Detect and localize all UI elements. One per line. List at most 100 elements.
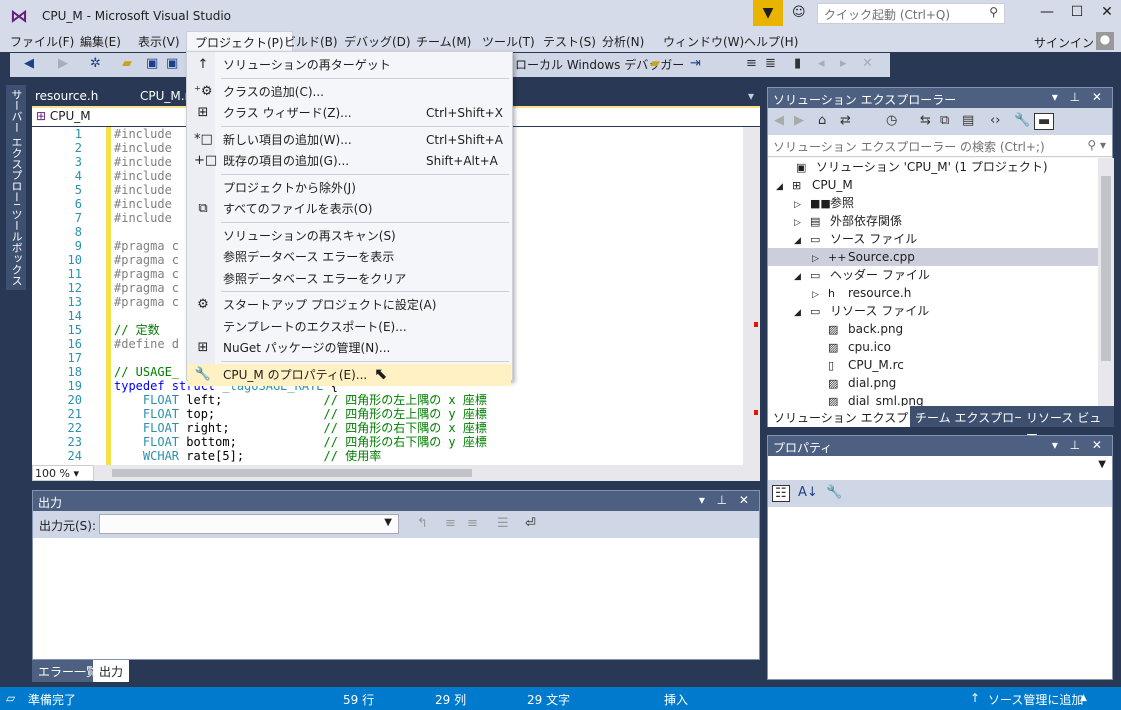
avatar[interactable]: ● [1096, 32, 1114, 50]
tree-item[interactable]: ▨ dial.png [812, 374, 896, 392]
tree-item[interactable]: ▣ ソリューション 'CPU_M' (1 プロジェクト) [780, 158, 1048, 176]
maximize-button[interactable]: ☐ [1067, 4, 1087, 20]
solution-search-input[interactable]: ソリューション エクスプローラー の検索 (Ctrl+;) ⚲ ▾ [768, 135, 1112, 157]
tree-item[interactable]: ◢ ⊞ CPU_M [776, 176, 853, 194]
notification-filter-icon[interactable]: ▼ [753, 0, 783, 26]
object-select[interactable]: ▼ [768, 456, 1112, 478]
menu-item[interactable]: テンプレートのエクスポート(E)... [188, 316, 511, 338]
menu-11[interactable]: ヘルプ(H) [742, 33, 800, 50]
menu-5[interactable]: デバッグ(D) [342, 33, 413, 50]
sign-in-link[interactable]: サインイン [1034, 34, 1094, 51]
tree-item[interactable]: ▷ ■■参照 [794, 194, 854, 212]
preview-icon[interactable]: ▬ [1034, 113, 1055, 130]
word-wrap-icon[interactable]: ⏎ [525, 516, 536, 531]
menu-item[interactable]: プロジェクトから除外(J) [188, 177, 511, 199]
tree-item[interactable]: ▷ h resource.h [812, 284, 911, 302]
menu-3[interactable]: プロジェクト(P) [186, 31, 293, 51]
panel-controls[interactable]: ▾ ⊥ ✕ [699, 493, 753, 507]
switch-views-icon[interactable]: ⇄ [840, 113, 851, 128]
minimize-button[interactable]: — [1037, 4, 1057, 20]
alphabetical-icon[interactable]: A↓ [798, 485, 818, 500]
menu-2[interactable]: 表示(V) [136, 33, 182, 50]
menu-item[interactable]: ↑ ソリューションの再ターゲット [188, 54, 511, 76]
menu-item[interactable]: *□ 新しい項目の追加(W)... Ctrl+Shift+A [188, 129, 511, 151]
expand-arrow-icon[interactable]: ◢ [794, 268, 810, 286]
add-to-source-control[interactable]: ソース管理に追加 [988, 691, 1083, 708]
publish-icon[interactable]: ↑ [970, 691, 980, 705]
menu-item[interactable]: ⁺⚙ クラスの追加(C)... [188, 81, 511, 103]
menu-1[interactable]: 編集(E) [78, 33, 123, 50]
clear-all-icon[interactable]: ☰ [497, 516, 509, 531]
menu-item[interactable]: 参照データベース エラーを表示 [188, 246, 511, 268]
home-icon[interactable]: ⌂ [818, 113, 826, 128]
tree-item[interactable]: ◢ ▭ ソース ファイル [794, 230, 917, 248]
step-icon[interactable]: ⇥ [690, 56, 701, 71]
goto-line-icon[interactable]: ↰ [417, 516, 428, 531]
menu-6[interactable]: チーム(M) [414, 33, 473, 50]
vertical-scrollbar[interactable] [743, 127, 760, 465]
save-icon[interactable]: ▣ [146, 56, 158, 71]
tree-item[interactable]: ▨ dial_sml.png [812, 392, 924, 406]
tree-item[interactable]: ▷ ++ Source.cpp [768, 248, 1098, 266]
panel-controls[interactable]: ▾ ⊥ ✕ [1052, 438, 1106, 452]
scroll-thumb[interactable] [1101, 176, 1111, 361]
back-icon[interactable]: ◀ [774, 113, 784, 128]
sync-icon[interactable]: ⇆ [920, 113, 931, 128]
bookmark-icon[interactable]: ▮ [794, 56, 801, 71]
clear-bookmarks-icon[interactable]: ✕ [862, 56, 873, 71]
scroll-thumb[interactable] [112, 469, 472, 477]
categorized-icon[interactable]: ☷ [772, 485, 790, 502]
view-code-icon[interactable]: ‹› [990, 113, 1000, 128]
properties-icon[interactable]: 🔧 [1014, 113, 1030, 128]
tab-dropdown-icon[interactable]: ▾ [748, 89, 754, 103]
menu-0[interactable]: ファイル(F) [8, 33, 76, 50]
tree-scrollbar[interactable] [1098, 158, 1114, 406]
menu-item[interactable]: 参照データベース エラーをクリア [188, 268, 511, 290]
expand-arrow-icon[interactable]: ◢ [794, 304, 810, 322]
new-project-icon[interactable]: ✲ [90, 56, 101, 71]
menu-4[interactable]: ビルド(B) [282, 33, 340, 50]
tree-item[interactable]: ▨ cpu.ico [812, 338, 891, 356]
expand-arrow-icon[interactable]: ◢ [776, 178, 792, 196]
feedback-icon[interactable]: ☺ [792, 5, 806, 20]
tab-resource-h[interactable]: resource.h [35, 89, 98, 103]
menu-item[interactable]: ソリューションの再スキャン(S) [188, 225, 511, 247]
toolbox-tab[interactable]: ツールボックス [6, 205, 26, 290]
comment-icon[interactable]: ≡ [746, 56, 757, 71]
next-message-icon[interactable]: ≡ [467, 516, 478, 531]
uncomment-icon[interactable]: ≣ [765, 56, 776, 71]
show-all-files-icon[interactable]: ▤ [962, 113, 974, 128]
tree-item[interactable]: ◢ ▭ リソース ファイル [794, 302, 929, 320]
horizontal-scrollbar[interactable]: 100 % ▾ [32, 465, 760, 481]
menu-item[interactable]: +□ 既存の項目の追加(G)... Shift+Alt+A [188, 150, 511, 172]
tab-output[interactable]: 出力 [93, 660, 130, 682]
menu-item[interactable]: ⧉ すべてのファイルを表示(O) [188, 198, 511, 220]
next-bookmark-icon[interactable]: ▸ [840, 56, 847, 71]
pending-changes-icon[interactable]: ◷ [886, 113, 897, 128]
menu-9[interactable]: 分析(N) [600, 33, 646, 50]
tree-item[interactable]: ▯ CPU_M.rc [812, 356, 904, 374]
prev-bookmark-icon[interactable]: ◂ [818, 56, 825, 71]
property-pages-icon[interactable]: 🔧 [826, 485, 842, 500]
find-in-files-icon[interactable]: ▰ [650, 56, 660, 71]
menu-item[interactable]: ⊞ クラス ウィザード(Z)... Ctrl+Shift+X [188, 102, 511, 124]
output-source-select[interactable]: ▼ [99, 514, 399, 534]
menu-item[interactable]: ⊞ NuGet パッケージの管理(N)... [188, 337, 511, 359]
tree-item[interactable]: ▨ back.png [812, 320, 903, 338]
menu-8[interactable]: テスト(S) [541, 33, 598, 50]
close-button[interactable]: ✕ [1097, 4, 1117, 20]
menu-item[interactable]: ⚙ スタートアップ プロジェクトに設定(A) [188, 294, 511, 316]
quick-launch-input[interactable]: クイック起動 (Ctrl+Q) ⚲ [817, 3, 1005, 24]
panel-controls[interactable]: ▾ ⊥ ✕ [1052, 90, 1106, 104]
back-icon[interactable]: ◀ [24, 56, 34, 71]
tree-item[interactable]: ◢ ▭ ヘッダー ファイル [794, 266, 930, 284]
menu-item[interactable]: 🔧 CPU_M のプロパティ(E)... [188, 363, 511, 386]
tree-item[interactable]: ▷ ▤ 外部依存関係 [794, 212, 902, 230]
tab-resource-view[interactable]: リソース ビュー [1021, 406, 1114, 442]
menu-10[interactable]: ウィンドウ(W) [661, 33, 746, 50]
save-all-icon[interactable]: ▣ [166, 56, 178, 71]
caret-up-icon[interactable]: ▲ [1080, 693, 1087, 703]
open-file-icon[interactable]: ▰ [122, 56, 132, 71]
forward-icon[interactable]: ▶ [794, 113, 804, 128]
prev-message-icon[interactable]: ≡ [445, 516, 456, 531]
